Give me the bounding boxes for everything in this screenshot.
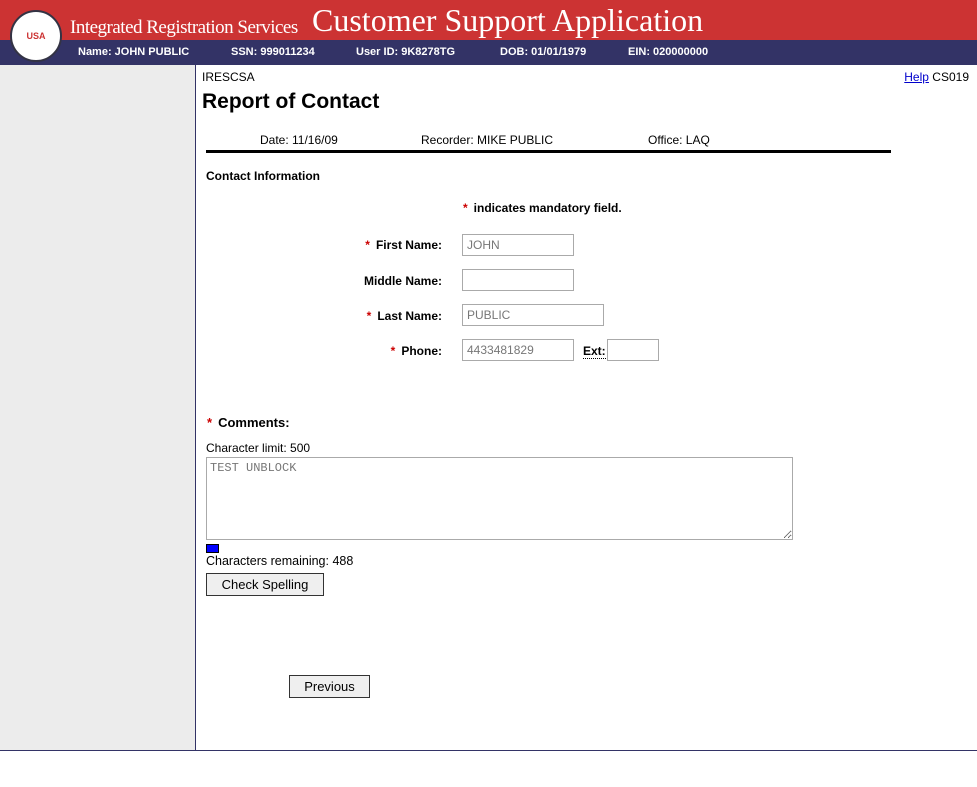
header-divider <box>206 150 891 153</box>
app-code: IRESCSA <box>202 70 255 84</box>
screen-id: CS019 <box>932 70 969 84</box>
last-name-input[interactable] <box>462 304 604 326</box>
ext-label: Ext: <box>583 344 606 359</box>
label-text: Last Name: <box>377 309 442 323</box>
left-sidebar <box>0 65 196 750</box>
office: Office: LAQ <box>648 133 710 147</box>
first-name-input[interactable] <box>462 234 574 256</box>
recorder: Recorder: MIKE PUBLIC <box>421 133 554 147</box>
system-name: Integrated Registration Services <box>70 17 298 38</box>
middle-name-input[interactable] <box>462 269 574 291</box>
app-banner: Integrated Registration Services Custome… <box>0 0 977 40</box>
mandatory-text: indicates mandatory field. <box>473 201 622 215</box>
required-star: * <box>463 201 468 215</box>
logo-text: USA <box>26 31 46 41</box>
app-title: Customer Support Application <box>312 2 704 38</box>
user-id: User ID: 9K8278TG <box>356 46 456 58</box>
phone-label: * Phone: <box>242 344 442 358</box>
last-name-label: * Last Name: <box>242 309 442 323</box>
previous-button[interactable]: Previous <box>289 675 370 698</box>
customer-ein: EIN: 020000000 <box>628 46 709 58</box>
middle-name-label: Middle Name: <box>363 274 442 288</box>
label-text: First Name: <box>375 238 442 252</box>
check-spelling-button[interactable]: Check Spelling <box>206 573 324 596</box>
mandatory-note: * indicates mandatory field. <box>463 201 622 215</box>
help-link[interactable]: Help <box>904 70 929 84</box>
label-text: Comments: <box>218 415 290 430</box>
required-star: * <box>365 238 370 252</box>
comments-label: * Comments: <box>207 415 290 430</box>
first-name-label: * First Name: <box>242 238 442 252</box>
section-title: Contact Information <box>206 169 320 183</box>
help-area: Help CS019 <box>904 70 969 84</box>
comments-textarea[interactable]: TEST UNBLOCK <box>206 457 793 540</box>
label-text: Phone: <box>401 344 442 358</box>
footer-divider <box>0 750 977 751</box>
page-title: Report of Contact <box>202 90 380 113</box>
customer-info-bar: Name: JOHN PUBLIC SSN: 999011234 User ID… <box>0 40 977 65</box>
character-limit: Character limit: 500 <box>206 441 311 455</box>
required-star: * <box>366 309 372 323</box>
customer-name: Name: JOHN PUBLIC <box>78 46 190 58</box>
required-star: * <box>390 344 396 358</box>
phone-input[interactable] <box>462 339 574 361</box>
contact-date: Date: 11/16/09 <box>260 133 338 147</box>
ext-input[interactable] <box>607 339 659 361</box>
ssa-seal-icon: USA <box>10 10 62 62</box>
character-usage-bar <box>206 544 219 553</box>
customer-dob: DOB: 01/01/1979 <box>500 46 587 58</box>
customer-ssn: SSN: 999011234 <box>231 46 315 58</box>
characters-remaining: Characters remaining: 488 <box>206 554 354 568</box>
required-star: * <box>207 415 213 430</box>
